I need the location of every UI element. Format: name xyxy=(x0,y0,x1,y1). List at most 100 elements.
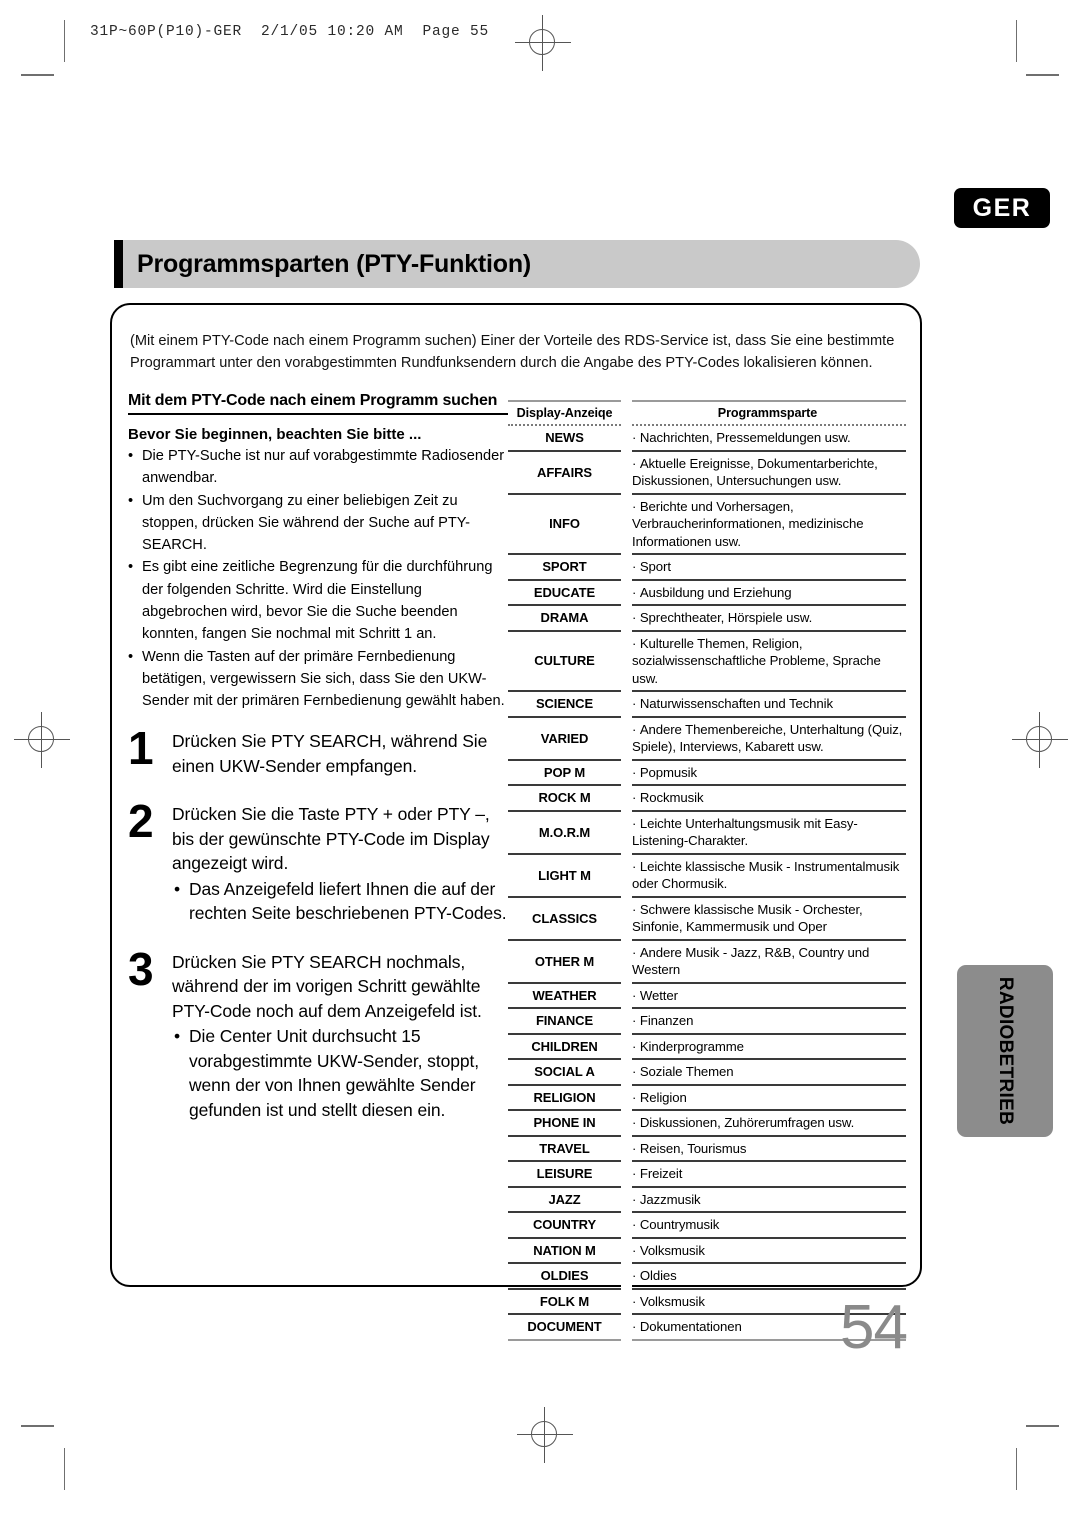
pty-code-cell: CULTURE xyxy=(508,630,632,692)
pty-description-cell: Andere Musik - Jazz, R&B, Country und We… xyxy=(621,939,906,984)
title-accent-tick xyxy=(114,240,123,288)
chapter-title-bar: Programmsparten (PTY-Funktion) xyxy=(114,240,920,288)
crop-mark-top-right-vertical xyxy=(1016,20,1017,62)
list-item: Um den Suchvorgang zu einer beliebigen Z… xyxy=(128,490,508,557)
pty-description-cell: Jazzmusik xyxy=(621,1186,906,1213)
step-bullet-list: Die Center Unit durchsucht 15 vorabgesti… xyxy=(172,1024,513,1122)
crop-mark-bottom-right-horizontal xyxy=(1026,1425,1059,1427)
step-3: 3 Drücken Sie PTY SEARCH nochmals, währe… xyxy=(128,946,513,1123)
table-row: LEISUREFreizeit xyxy=(508,1161,906,1188)
registration-mark-top xyxy=(515,15,571,71)
pty-code-cell: VARIED xyxy=(508,716,632,761)
pty-code-cell: M.O.R.M xyxy=(508,810,632,855)
crop-mark-top-right-horizontal xyxy=(1026,74,1059,76)
pty-description-cell: Sport xyxy=(621,554,906,581)
pty-description-cell: Soziale Themen xyxy=(621,1059,906,1086)
table-row: OLDIESOldies xyxy=(508,1263,906,1290)
registration-mark-bottom xyxy=(517,1407,573,1463)
crop-mark-top-left-vertical xyxy=(64,20,65,62)
pty-description-cell: Oldies xyxy=(621,1263,906,1290)
pty-code-cell: FOLK M xyxy=(508,1288,632,1315)
pty-code-cell: LEISURE xyxy=(508,1161,632,1188)
page-number: 54 xyxy=(840,1293,908,1362)
pty-description-cell: Kulturelle Themen, Religion, sozialwisse… xyxy=(621,630,906,692)
registration-mark-left xyxy=(14,712,70,768)
table-row: ROCK MRockmusik xyxy=(508,785,906,812)
crop-mark-top-left-horizontal xyxy=(21,74,54,76)
table-row: SCIENCENaturwissenschaften und Technik xyxy=(508,691,906,718)
list-item: Die Center Unit durchsucht 15 vorabgesti… xyxy=(172,1024,513,1122)
language-badge: GER xyxy=(954,188,1050,228)
table-row: WEATHERWetter xyxy=(508,982,906,1009)
pty-code-cell: AFFAIRS xyxy=(508,450,632,495)
pty-code-cell: SCIENCE xyxy=(508,691,632,718)
table-row: AFFAIRSAktuelle Ereignisse, Dokumentarbe… xyxy=(508,450,906,495)
pty-description-cell: Andere Themenbereiche, Unterhaltung (Qui… xyxy=(621,716,906,761)
pty-code-table: Display-Anzeiqe Programmsparte NEWSNachr… xyxy=(508,400,906,1341)
pty-description-cell: Sprechtheater, Hörspiele usw. xyxy=(621,605,906,632)
print-header-line: 31P~60P(P10)-GER 2/1/05 10:20 AM Page 55 xyxy=(90,24,490,40)
column-header-display: Display-Anzeiqe xyxy=(508,400,632,427)
pty-code-cell: WEATHER xyxy=(508,982,632,1009)
language-badge-label: GER xyxy=(972,193,1032,222)
page-title: Programmsparten (PTY-Funktion) xyxy=(137,249,532,278)
list-item: Es gibt eine zeitliche Begrenzung für di… xyxy=(128,556,508,645)
table-row: POP MPopmusik xyxy=(508,759,906,786)
step-text: Drücken Sie PTY SEARCH, während Sie eine… xyxy=(172,731,488,776)
step-bullet-list: Das Anzeigefeld liefert Ihnen die auf de… xyxy=(172,877,513,926)
pty-description-cell: Aktuelle Ereignisse, Dokumentarberichte,… xyxy=(621,450,906,495)
pty-description-cell: Ausbildung und Erziehung xyxy=(621,579,906,606)
pty-description-cell: Religion xyxy=(621,1084,906,1111)
table-row: INFOBerichte und Vorhersagen, Verbrauche… xyxy=(508,493,906,555)
pty-code-cell: ROCK M xyxy=(508,785,632,812)
intro-paragraph: (Mit einem PTY-Code nach einem Programm … xyxy=(130,333,895,371)
pty-description-cell: Leichte Unterhaltungsmusik mit Easy-List… xyxy=(621,810,906,855)
pty-description-cell: Kinderprogramme xyxy=(621,1033,906,1060)
table-row: EDUCATEAusbildung und Erziehung xyxy=(508,579,906,606)
pty-description-cell: Popmusik xyxy=(621,759,906,786)
pty-code-cell: DRAMA xyxy=(508,605,632,632)
pty-code-cell: PHONE IN xyxy=(508,1110,632,1137)
crop-mark-bottom-left-horizontal xyxy=(21,1425,54,1427)
pty-code-cell: COUNTRY xyxy=(508,1212,632,1239)
pty-code-cell: CLASSICS xyxy=(508,896,632,941)
pty-code-cell: SPORT xyxy=(508,554,632,581)
section-side-tab: RADIOBETRIEB xyxy=(957,965,1053,1137)
pty-code-cell: NEWS xyxy=(508,425,632,452)
pty-code-cell: FINANCE xyxy=(508,1008,632,1035)
pty-code-cell: OLDIES xyxy=(508,1263,632,1290)
table-row: TRAVELReisen, Tourismus xyxy=(508,1135,906,1162)
pty-description-cell: Reisen, Tourismus xyxy=(621,1135,906,1162)
table-row: CHILDRENKinderprogramme xyxy=(508,1033,906,1060)
pty-description-cell: Nachrichten, Pressemeldungen usw. xyxy=(621,425,906,452)
pty-code-cell: RELIGION xyxy=(508,1084,632,1111)
list-item: Die PTY-Suche ist nur auf vorabgestimmte… xyxy=(128,445,508,490)
table-row: JAZZJazzmusik xyxy=(508,1186,906,1213)
pty-description-cell: Schwere klassische Musik - Orchester, Si… xyxy=(621,896,906,941)
pty-code-cell: TRAVEL xyxy=(508,1135,632,1162)
left-column: Mit dem PTY-Code nach einem Programm suc… xyxy=(128,392,508,713)
pty-description-cell: Rockmusik xyxy=(621,785,906,812)
column-header-programme: Programmsparte xyxy=(621,400,906,426)
table-row: SOCIAL ASoziale Themen xyxy=(508,1059,906,1086)
precondition-list: Die PTY-Suche ist nur auf vorabgestimmte… xyxy=(128,445,508,713)
pty-description-cell: Countrymusik xyxy=(621,1212,906,1239)
pty-code-cell: SOCIAL A xyxy=(508,1059,632,1086)
pty-description-cell: Diskussionen, Zuhörerumfragen usw. xyxy=(621,1110,906,1137)
pty-code-cell: INFO xyxy=(508,493,632,555)
pty-code-cell: EDUCATE xyxy=(508,579,632,606)
table-row: SPORTSport xyxy=(508,554,906,581)
table-row: CULTUREKulturelle Themen, Religion, sozi… xyxy=(508,630,906,692)
step-text: Drücken Sie PTY SEARCH nochmals, während… xyxy=(172,951,482,1021)
step-1: 1 Drücken Sie PTY SEARCH, während Sie ei… xyxy=(128,725,513,778)
pty-description-cell: Wetter xyxy=(621,982,906,1009)
table-row: PHONE INDiskussionen, Zuhörerumfragen us… xyxy=(508,1110,906,1137)
sub-heading: Bevor Sie beginnen, beachten Sie bitte .… xyxy=(128,426,422,443)
list-item: Wenn die Tasten auf der primäre Fernbedi… xyxy=(128,646,508,713)
step-2: 2 Drücken Sie die Taste PTY + oder PTY –… xyxy=(128,798,513,926)
table-row: DRAMASprechtheater, Hörspiele usw. xyxy=(508,605,906,632)
table-row: COUNTRYCountrymusik xyxy=(508,1212,906,1239)
table-row: VARIEDAndere Themenbereiche, Unterhaltun… xyxy=(508,716,906,761)
pty-description-cell: Finanzen xyxy=(621,1008,906,1035)
table-row: CLASSICSSchwere klassische Musik - Orche… xyxy=(508,896,906,941)
